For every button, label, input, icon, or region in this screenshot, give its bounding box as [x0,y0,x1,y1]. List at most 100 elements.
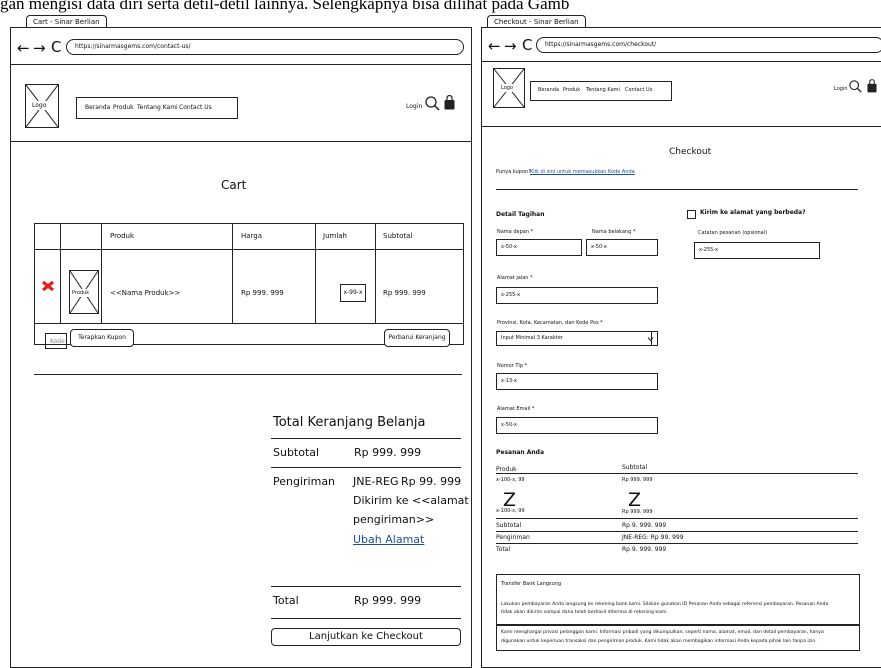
update-cart-button[interactable]: Perbarui Keranjang [384,329,450,347]
summary-total-label: Total [496,546,511,553]
reload-button[interactable]: C [51,40,61,55]
shopping-bag-icon[interactable] [444,95,455,110]
order-notes-label: Catatan pesanan (opsional) [698,230,768,236]
order-item-product: x-100-x, 99 [496,477,525,483]
col-divider [232,224,233,323]
forward-button[interactable]: → [33,41,46,56]
col-divider [60,224,61,323]
order-notes-input[interactable]: x-255-x [694,242,820,259]
search-icon[interactable] [849,80,862,93]
region-select-value: Input Minimal 3 Karakter [501,335,563,341]
street-address-input[interactable]: x-255-x [496,287,658,304]
proceed-checkout-button[interactable]: Lanjutkan ke Checkout [271,628,461,646]
street-address-label: Alamat jalan * [497,275,533,281]
totals-divider [271,438,461,439]
email-input[interactable]: x-50-x [496,417,658,434]
change-address-link[interactable]: Ubah Alamat [353,533,424,546]
summary-total-value: Rp 9. 999. 999 [622,546,667,553]
menu-item-tentang-kami[interactable]: Tentang Kami [137,104,178,111]
col-divider [101,224,102,323]
forward-button[interactable]: → [504,39,517,54]
email-label: Alamat Email * [497,406,535,412]
menu-item-tentang-kami[interactable]: Tentang Kami [586,87,620,93]
menu-item-beranda[interactable]: Beranda [538,87,559,93]
totals-divider [271,467,461,468]
reload-button[interactable]: C [522,38,532,53]
login-link[interactable]: Login [406,103,422,110]
col-header-produk: Produk [110,232,135,240]
first-name-input[interactable]: x-50-x [496,239,582,256]
checkbox-icon[interactable] [687,210,696,219]
coupon-input[interactable]: Kode [45,333,67,349]
privacy-notice-box: Kami menghargai privasi pelanggan kami. … [496,625,860,651]
first-name-label: Nama depan * [497,229,534,235]
shipping-method: JNE-REG [353,475,399,488]
last-name-label: Nama belakang * [592,229,636,235]
menu-item-contact-us[interactable]: Contact Us [625,87,652,93]
logo[interactable]: Logo [25,84,59,128]
region-select[interactable]: Input Minimal 3 Karakter [496,331,658,346]
back-button[interactable]: ← [17,41,30,56]
order-col-subtotal: Subtotal [622,464,648,471]
payment-title: Transfer Bank Langsung [501,581,562,587]
main-menu: Beranda Produk Tentang Kami Contact Us [530,81,672,101]
logo-label: Logo [500,84,514,92]
menu-item-contact-us[interactable]: Contact Us [179,104,212,111]
logo-label: Logo [31,101,48,110]
order-divider [496,518,858,519]
totals-subtotal-value: Rp 999. 999 [354,446,422,459]
payment-description-cont: tidak akan dikirim sampai dana telah ber… [501,610,668,615]
order-item-subtotal: Rp 999. 999 [622,509,653,515]
order-divider [496,543,858,544]
coupon-prompt: Punya kupon? [496,169,531,175]
last-name-input[interactable]: x-50-x [586,239,658,256]
order-divider [496,473,858,474]
col-header-subtotal: Subtotal [383,232,413,240]
shipping-price: Rp 99. 999 [401,475,462,488]
totals-subtotal-label: Subtotal [273,446,320,459]
ship-different-label[interactable]: Kirim ke alamat yang berbeda? [700,209,806,216]
table-footer-divider [34,374,462,375]
totals-divider [271,618,461,619]
order-item-subtotal: Rp 999. 999 [622,477,653,483]
quantity-input[interactable]: x-99-x [340,284,366,302]
page-title: Cart [221,178,247,192]
col-divider [315,224,316,323]
phone-label: Nomor Tlp * [497,363,528,369]
order-col-produk: Produk [496,466,517,473]
order-divider [496,531,858,532]
privacy-text: Kami menghargai privasi pelanggan kami. … [501,630,824,635]
order-item-product: x-100-x, 99 [496,508,525,514]
menu-item-produk[interactable]: Produk [113,104,134,111]
header-divider [482,126,881,127]
shopping-bag-icon[interactable] [867,79,877,93]
document-caption: gan mengisi data diri serta detil-detil … [0,0,570,13]
back-button[interactable]: ← [488,39,501,54]
coupon-link[interactable]: Klik di sini untuk memasukkan Kode Anda [530,169,635,175]
table-bottom-divider [35,323,463,324]
col-header-harga: Harga [241,232,263,240]
remove-item-icon[interactable] [41,280,55,292]
page-title: Checkout [669,147,712,157]
shipping-destination: Dikirim ke <<alamat [353,494,469,507]
cart-totals-title: Total Keranjang Belanja [273,415,426,430]
address-bar[interactable]: https://sinarmasgems.com/contact-us/ [66,39,464,55]
product-name[interactable]: <<Nama Produk>> [110,289,180,297]
shipping-destination-cont: pengiriman>> [353,513,435,526]
menu-item-beranda[interactable]: Beranda [85,104,110,111]
address-bar[interactable]: https://sinarmasgems.com/checkout/ [536,37,881,53]
logo[interactable]: Logo [493,68,525,108]
payment-description: Lakukan pembayaran Anda langsung ke reke… [501,602,829,607]
totals-total-label: Total [273,594,299,607]
payment-method-box[interactable]: Transfer Bank Langsung Lakukan pembayara… [496,574,860,625]
product-thumbnail[interactable]: Produk [69,270,99,314]
login-link[interactable]: Login [834,86,848,92]
header-divider [11,141,471,142]
billing-title: Detail Tagihan [496,211,545,218]
phone-input[interactable]: x-13-x [496,373,658,390]
menu-item-produk[interactable]: Produk [563,87,580,93]
search-icon[interactable] [425,96,440,111]
apply-coupon-button[interactable]: Terapkan Kupon [70,329,134,347]
ellipsis-marker: Z [628,489,642,511]
totals-divider [271,586,461,587]
